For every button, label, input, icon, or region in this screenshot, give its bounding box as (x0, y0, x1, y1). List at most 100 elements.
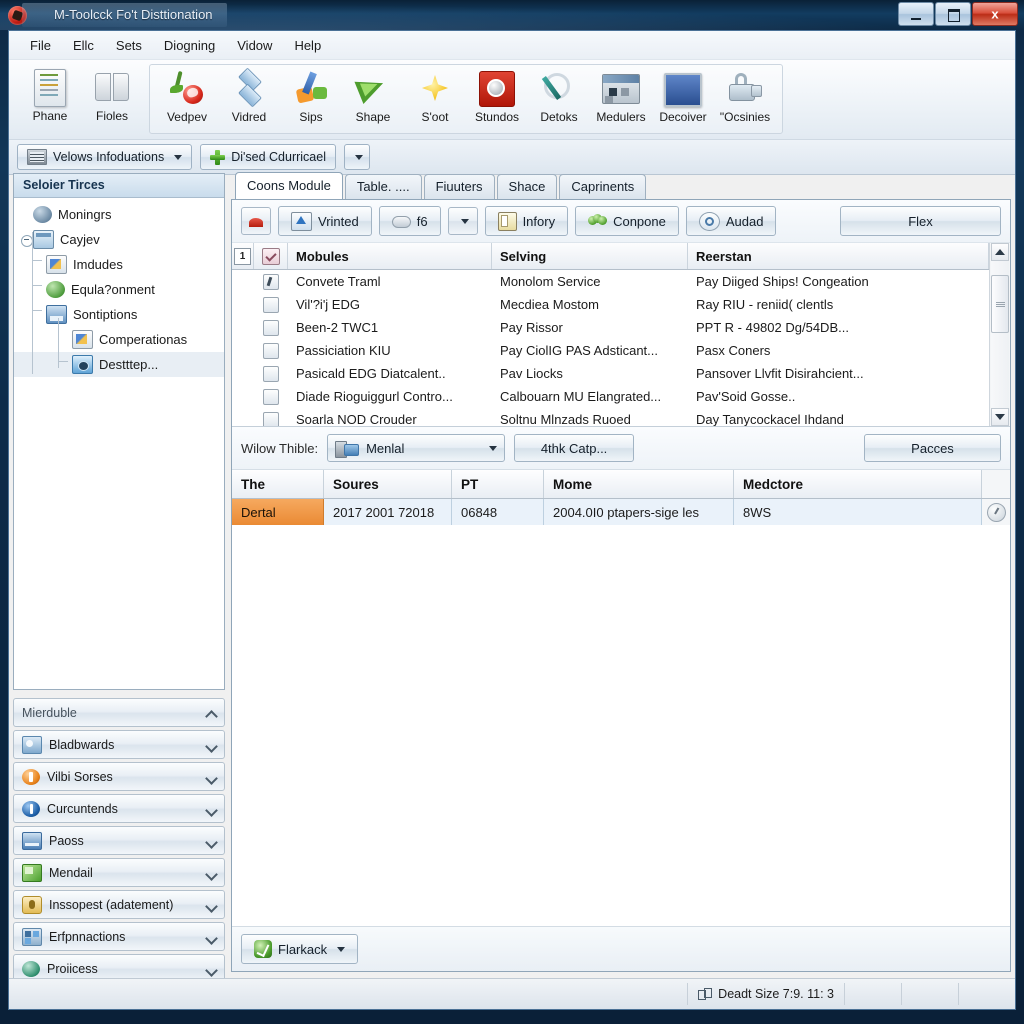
flarkack-button[interactable]: Flarkack (241, 934, 359, 964)
scrollbar-track[interactable] (991, 261, 1009, 408)
conpone-button[interactable]: Conpone (575, 206, 679, 236)
tree-expander-collapse-icon[interactable] (20, 234, 33, 247)
menu-item-help[interactable]: Help (283, 34, 332, 57)
accordion-item-bladbwards[interactable]: Bladbwards (13, 730, 225, 759)
cell-pt[interactable]: 06848 (452, 499, 544, 525)
detail-grid-row[interactable]: Dertal 2017 2001 72018 06848 2004.0I0 pt… (232, 499, 1010, 525)
menu-item-file[interactable]: File (19, 34, 62, 57)
red-arc-button[interactable] (241, 207, 271, 235)
table-row[interactable]: Pasicald EDG Diatcalent.. Pav Liocks Pan… (232, 362, 989, 385)
chevron-down-icon (206, 932, 216, 942)
cell-reerstan: Pay Diiged Ships! Congeation (696, 274, 869, 289)
pacces-button[interactable]: Pacces (864, 434, 1001, 462)
ribbon-button-soot[interactable]: S'oot (404, 65, 466, 131)
close-button[interactable]: x (972, 2, 1018, 26)
f6-button[interactable]: f6 (378, 206, 441, 236)
column-header-check[interactable] (254, 243, 288, 269)
ribbon-button-ocsinies[interactable]: "Ocsinies (714, 65, 776, 131)
ribbon-button-detoks[interactable]: Detoks (528, 65, 590, 131)
tree-item-comperationas[interactable]: Comperationas (14, 327, 224, 352)
row-checkbox[interactable] (254, 270, 288, 293)
accordion-item-vilbi-sorses[interactable]: Vilbi Sorses (13, 762, 225, 791)
table-row[interactable]: Vil'?i'j EDG Mecdiea Mostom Ray RIU - re… (232, 293, 989, 316)
tab-shace[interactable]: Shace (496, 174, 558, 199)
cell-medctore[interactable]: 8WS (734, 499, 982, 525)
column-header-soures[interactable]: Soures (324, 470, 452, 498)
table-row[interactable]: Been-2 TWC1 Pay Rissor PPT R - 49802 Dg/… (232, 316, 989, 339)
tab-coons-module[interactable]: Coons Module (235, 172, 343, 199)
velows-infoduations-dropdown[interactable]: Velows Infoduations (17, 144, 193, 170)
column-header-the[interactable]: The (232, 470, 324, 498)
tree-item-sontiptions[interactable]: Sontiptions (14, 302, 224, 327)
menu-item-sets[interactable]: Sets (105, 34, 153, 57)
toolbar-split-button[interactable] (447, 207, 478, 235)
accordion-item-inssopest[interactable]: Inssopest (adatement) (13, 890, 225, 919)
scroll-down-arrow[interactable] (991, 408, 1009, 426)
row-checkbox[interactable] (254, 362, 288, 385)
tree-item-imdudes[interactable]: Imdudes (14, 252, 224, 277)
ribbon-button-phane[interactable]: Phane (19, 64, 81, 130)
module-list-scrollbar[interactable] (989, 243, 1010, 426)
scrollbar-thumb[interactable] (991, 275, 1009, 333)
column-header-mome[interactable]: Mome (544, 470, 734, 498)
column-header-selving[interactable]: Selving (492, 243, 688, 269)
catp-button[interactable]: 4thk Catp... (514, 434, 635, 462)
accordion-item-erfpnnactions[interactable]: Erfpnnactions (13, 922, 225, 951)
accordion-item-paoss[interactable]: Paoss (13, 826, 225, 855)
tab-caprinents[interactable]: Caprinents (559, 174, 647, 199)
table-row[interactable]: Diade Rioguiggurl Contro... Calbouarn MU… (232, 385, 989, 408)
audad-button[interactable]: Audad (685, 206, 777, 236)
row-checkbox[interactable] (254, 408, 288, 426)
menu-item-diogning[interactable]: Diogning (153, 34, 226, 57)
accordion-item-mierduble[interactable]: Mierduble (13, 698, 225, 727)
module-list: 1 Mobules Selving Reerstan Convete Traml… (232, 243, 1010, 427)
menu-item-window[interactable]: Vidow (226, 34, 283, 57)
vrinted-button[interactable]: Vrinted (278, 206, 372, 236)
column-header-mobules[interactable]: Mobules (288, 243, 492, 269)
flex-button[interactable]: Flex (840, 206, 1001, 236)
menlal-dropdown[interactable]: Menlal (327, 434, 506, 462)
accordion-item-curcuntends[interactable]: Curcuntends (13, 794, 225, 823)
ribbon-button-decoiver[interactable]: Decoiver (652, 65, 714, 131)
checkbox-icon (263, 411, 279, 426)
row-checkbox[interactable] (254, 385, 288, 408)
tree-item-equlaonment[interactable]: Equla?onment (14, 277, 224, 302)
tab-table[interactable]: Table. .... (344, 174, 422, 199)
dised-cdurricael-button[interactable]: Di'sed Cdurricael (200, 144, 336, 170)
row-checkbox[interactable] (254, 316, 288, 339)
tree-item-moningrs[interactable]: Moningrs (14, 202, 224, 227)
maximize-button[interactable] (935, 2, 971, 26)
ribbon-button-vidred[interactable]: Vidred (218, 65, 280, 131)
minimize-button[interactable] (898, 2, 934, 26)
ribbon-button-vedpev[interactable]: Vedpev (156, 65, 218, 131)
column-header-pt[interactable]: PT (452, 470, 544, 498)
infory-button[interactable]: Infory (484, 206, 569, 236)
column-header-reerstan[interactable]: Reerstan (688, 243, 989, 269)
cell-mome[interactable]: 2004.0I0 ptapers-sige les (544, 499, 734, 525)
quick-access-split-button[interactable] (344, 144, 370, 170)
tree-item-destttep[interactable]: Destttep... (14, 352, 224, 377)
row-action-button[interactable] (982, 499, 1010, 525)
cell-soures[interactable]: 2017 2001 72018 (324, 499, 452, 525)
accordion-item-mendail[interactable]: Mendail (13, 858, 225, 887)
ribbon-button-fioles[interactable]: Fioles (81, 64, 143, 130)
ribbon-button-shape[interactable]: Shape (342, 65, 404, 131)
row-checkbox[interactable] (254, 339, 288, 362)
table-row[interactable]: Passiciation KIU Pay CiolIG PAS Adstican… (232, 339, 989, 362)
scroll-up-arrow[interactable] (991, 243, 1009, 261)
ribbon-button-sips[interactable]: Sips (280, 65, 342, 131)
table-row[interactable]: Convete Traml Monolom Service Pay Diiged… (232, 270, 989, 293)
cell-reerstan: Pansover Llvfit Disirahcient... (696, 366, 864, 381)
chevron-down-icon (355, 154, 363, 160)
row-checkbox[interactable] (254, 293, 288, 316)
cell-the[interactable]: Dertal (232, 499, 324, 525)
ribbon-button-stundos[interactable]: Stundos (466, 65, 528, 131)
tree-item-cayjev[interactable]: Cayjev (14, 227, 224, 252)
ribbon-button-medulers[interactable]: Medulers (590, 65, 652, 131)
menu-item-edit[interactable]: Ellc (62, 34, 105, 57)
card-icon (22, 831, 42, 850)
column-header-medctore[interactable]: Medctore (734, 470, 982, 498)
table-row[interactable]: Soarla NOD Crouder Soltnu Mlnzads Ruoed … (232, 408, 989, 426)
ribbon-toolbar: Phane Fioles Vedpev Vidred Sips Shape S'… (9, 60, 1015, 140)
tab-fiuuters[interactable]: Fiuuters (423, 174, 495, 199)
